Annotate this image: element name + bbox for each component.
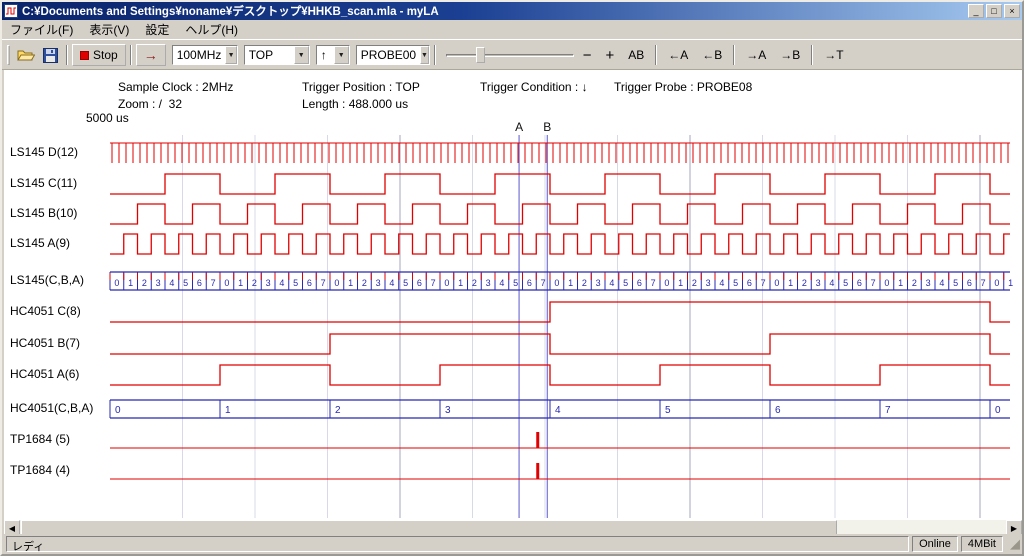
trigger-condition-info: Trigger Condition : ↓ [480,80,588,94]
titlebar: C:¥Documents and Settings¥noname¥デスクトップ¥… [2,2,1022,20]
toolbar-separator [130,45,132,65]
trigger-edge-value: ↑ [317,48,334,62]
toolbar: Stop → 100MHz ▼ TOP ▼ ↑ ▼ PROBE00 ▼ − + … [2,41,1022,70]
zoom-slider-thumb[interactable] [476,47,485,63]
channel-label: HC4051 B(7) [10,336,80,350]
toolbar-separator [66,45,68,65]
open-folder-icon [17,48,35,62]
chevron-down-icon[interactable]: ▼ [420,46,429,64]
waveform-client-area [4,70,1022,520]
status-message: レディ [6,536,909,552]
open-file-button[interactable] [14,44,38,66]
stop-icon [80,51,89,60]
menu-file[interactable]: ファイル(F) [2,19,81,40]
trigger-position-select[interactable]: TOP ▼ [244,45,310,65]
channel-label: TP1684 (5) [10,432,70,446]
run-button[interactable]: → [136,44,166,66]
app-window: C:¥Documents and Settings¥noname¥デスクトップ¥… [0,0,1024,556]
save-file-button[interactable] [38,44,62,66]
trigger-probe-info: Trigger Probe : PROBE08 [614,80,752,94]
menu-help[interactable]: ヘルプ(H) [177,19,246,40]
zoom-slider-track [446,54,574,57]
floppy-disk-icon [43,48,58,63]
maximize-button[interactable]: □ [986,4,1002,18]
trigger-probe-select[interactable]: PROBE00 ▼ [356,45,430,65]
channel-label: HC4051 A(6) [10,367,79,381]
online-status-badge: Online [912,536,958,552]
statusbar: レディ Online 4MBit ◢ [4,534,1022,554]
toolbar-grip [7,45,10,65]
channel-label: HC4051 C(8) [10,304,81,318]
sample-clock-info: Sample Clock : 2MHz [118,80,233,94]
channel-label: LS145 A(9) [10,236,70,250]
app-icon [4,4,18,18]
length-info: Length : 488.000 us [302,97,408,111]
zoom-out-button[interactable]: − [576,46,599,65]
toolbar-separator [811,45,813,65]
goto-trigger-button[interactable]: →T [817,45,850,65]
close-button[interactable]: × [1004,4,1020,18]
next-marker-b-button[interactable]: →B [773,45,807,65]
minimize-button[interactable]: _ [968,4,984,18]
channel-label: HC4051(C,B,A) [10,401,93,415]
start-time-label: 5000 us [86,111,129,125]
next-marker-a-button[interactable]: →A [739,45,773,65]
toolbar-separator [733,45,735,65]
toolbar-separator [655,45,657,65]
chevron-down-icon[interactable]: ▼ [294,46,309,64]
trigger-edge-select[interactable]: ↑ ▼ [316,45,350,65]
window-title: C:¥Documents and Settings¥noname¥デスクトップ¥… [22,3,966,19]
stop-button-label: Stop [93,48,118,62]
sample-clock-value: 100MHz [173,48,226,62]
channel-label: LS145(C,B,A) [10,273,84,287]
sample-clock-select[interactable]: 100MHz ▼ [172,45,238,65]
menu-view[interactable]: 表示(V) [81,19,137,40]
zoom-info: Zoom : / 32 [118,97,182,111]
trigger-position-value: TOP [245,48,294,62]
zoom-slider[interactable] [444,44,576,66]
channel-label: LS145 B(10) [10,206,77,220]
chevron-down-icon[interactable]: ▼ [334,46,349,64]
zoom-in-button[interactable]: + [598,46,621,65]
toolbar-separator [434,45,436,65]
channel-label: LS145 C(11) [10,176,77,190]
channel-label: TP1684 (4) [10,463,70,477]
goto-marker-b-button[interactable]: ←B [695,45,729,65]
memory-status-badge: 4MBit [961,536,1003,552]
menubar: ファイル(F) 表示(V) 設定 ヘルプ(H) [2,20,1022,40]
trigger-position-info: Trigger Position : TOP [302,80,420,94]
goto-marker-a-button[interactable]: ←A [661,45,695,65]
channel-label: LS145 D(12) [10,145,78,159]
ab-range-button[interactable]: AB [621,45,651,65]
trigger-probe-value: PROBE00 [357,48,420,62]
run-arrow-icon: → [144,47,158,63]
stop-button[interactable]: Stop [72,44,126,66]
chevron-down-icon[interactable]: ▼ [225,46,236,64]
resize-grip[interactable]: ◢ [1006,536,1020,552]
menu-settings[interactable]: 設定 [137,19,177,40]
